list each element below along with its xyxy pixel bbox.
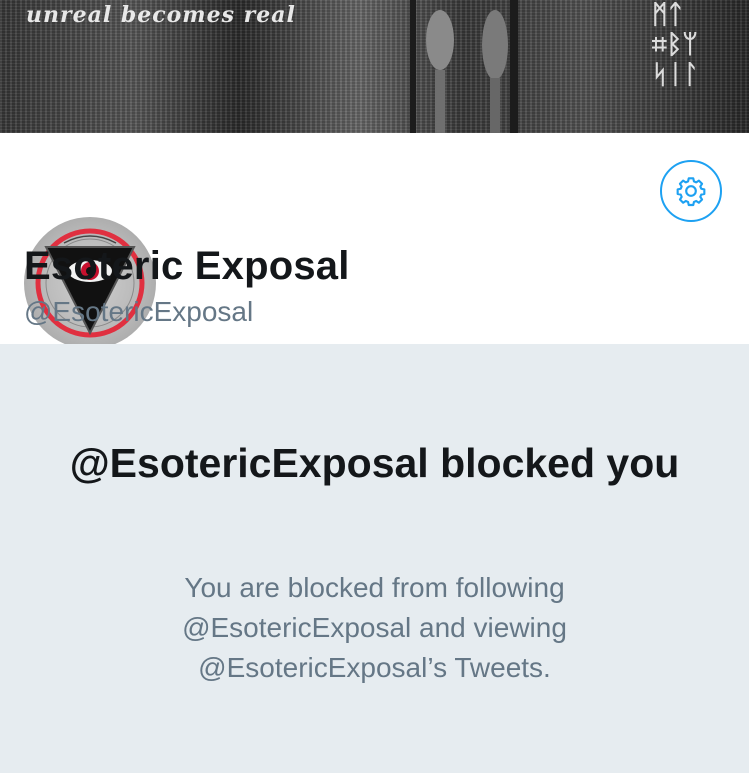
profile-header: Esoteric Exposal @EsotericExposal [0, 133, 749, 355]
banner-glyphs: ᛗᛏ ⌗ᛒᛘ ᛋᛁᛚ [652, 0, 699, 90]
gear-icon [676, 177, 706, 207]
blocked-title: @EsotericExposal blocked you [69, 440, 680, 486]
profile-banner[interactable]: unreal becomes real ᛗᛏ ⌗ᛒᛘ ᛋᛁᛚ [0, 0, 749, 133]
blocked-description: You are blocked from following @Esoteric… [182, 572, 567, 683]
settings-button[interactable] [660, 160, 722, 222]
display-name: Esoteric Exposal [24, 244, 350, 288]
blocked-notice: @EsotericExposal blocked you You are blo… [0, 344, 749, 773]
banner-caption: unreal becomes real [26, 2, 296, 28]
banner-artwork [410, 0, 518, 133]
user-handle: @EsotericExposal [24, 296, 254, 327]
